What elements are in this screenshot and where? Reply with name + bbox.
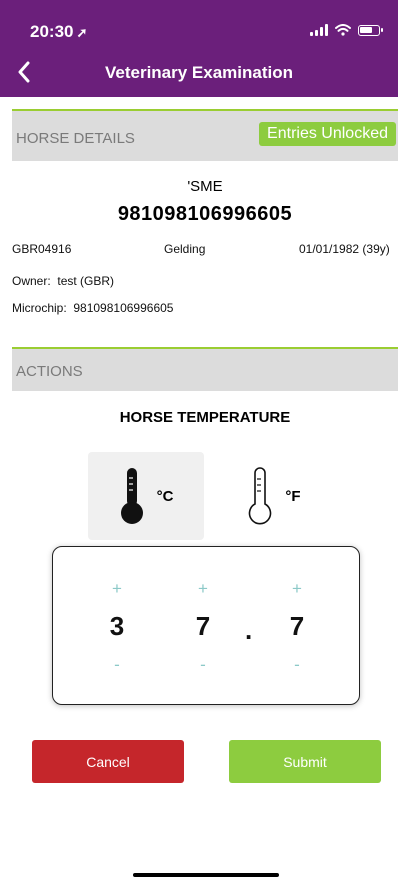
- fahrenheit-label: °F: [285, 487, 301, 505]
- status-time: 20:30 ➚: [30, 22, 88, 41]
- digit3-decrement-button[interactable]: -: [282, 655, 312, 675]
- fahrenheit-button[interactable]: °F: [216, 452, 332, 540]
- digit1-decrement-button[interactable]: -: [102, 655, 132, 675]
- owner-label: Owner:: [12, 274, 51, 288]
- temperature-picker: + 3 - + 7 - . + 7 -: [52, 546, 360, 705]
- decimal-point: .: [245, 615, 253, 645]
- horse-sex: Gelding: [164, 242, 206, 256]
- wifi-icon: [335, 24, 351, 36]
- page-title: Veterinary Examination: [104, 63, 294, 82]
- section-label: ACTIONS: [16, 363, 83, 380]
- digit2-increment-button[interactable]: +: [188, 579, 218, 599]
- battery-icon: [358, 24, 383, 36]
- digit3-increment-button[interactable]: +: [282, 579, 312, 599]
- digit2-value: 7: [195, 611, 211, 641]
- owner-row: Owner: test (GBR): [12, 274, 114, 288]
- digit1-increment-button[interactable]: +: [102, 579, 132, 599]
- thermometer-empty-icon: [249, 467, 272, 525]
- digit3-value: 7: [289, 611, 305, 641]
- section-label: HORSE DETAILS: [16, 130, 135, 147]
- temperature-title: HORSE TEMPERATURE: [119, 409, 291, 426]
- celsius-button[interactable]: °C: [88, 452, 204, 540]
- entries-unlocked-badge[interactable]: Entries Unlocked: [259, 122, 396, 146]
- microchip-row: Microchip: 981098106996605: [12, 301, 173, 315]
- cancel-button[interactable]: Cancel: [32, 740, 184, 783]
- digit1-value: 3: [109, 611, 125, 641]
- horse-name: 'SME: [187, 178, 223, 195]
- digit2-decrement-button[interactable]: -: [188, 655, 218, 675]
- submit-button[interactable]: Submit: [229, 740, 381, 783]
- horse-details-header: HORSE DETAILS Entries Unlocked: [12, 109, 398, 161]
- registration-number: GBR04916: [12, 242, 72, 256]
- thermometer-full-icon: [120, 468, 143, 524]
- signal-icon: [310, 24, 328, 36]
- status-icons: [310, 24, 383, 36]
- location-arrow-icon: ➚: [76, 25, 88, 40]
- owner-value: test (GBR): [57, 274, 115, 288]
- celsius-label: °C: [156, 487, 174, 505]
- microchip-label: Microchip:: [12, 301, 67, 315]
- app-header: 20:30 ➚ Veterinary Examination: [0, 0, 398, 97]
- date-of-birth: 01/01/1982 (39y): [299, 242, 390, 256]
- actions-header: ACTIONS: [12, 347, 398, 391]
- home-indicator: [133, 873, 279, 877]
- microchip-value: 981098106996605: [73, 301, 174, 315]
- horse-id: 981098106996605: [117, 203, 293, 225]
